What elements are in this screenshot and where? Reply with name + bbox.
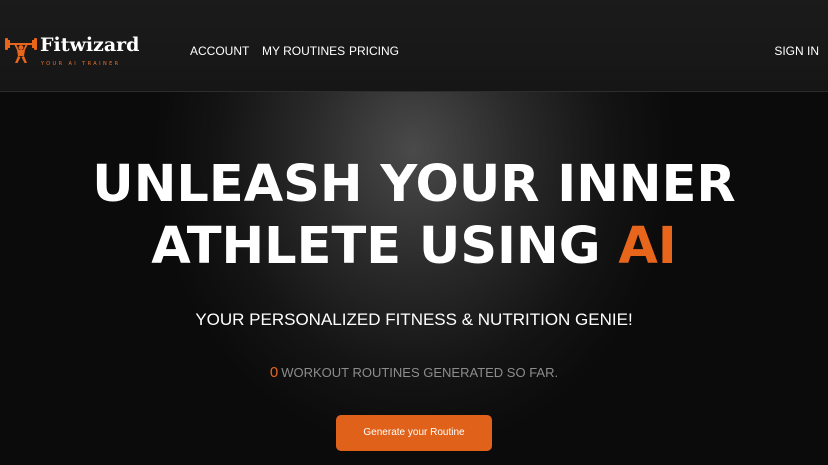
- nav-account-link[interactable]: ACCOUNT: [190, 44, 249, 58]
- sign-in-link[interactable]: SIGN IN: [774, 44, 819, 58]
- weightlifter-icon: [5, 38, 37, 63]
- hero-title-prefix: ATHLETE USING: [151, 217, 619, 276]
- nav-my-routines-link[interactable]: MY ROUTINES: [262, 44, 345, 58]
- generate-routine-button[interactable]: Generate your Routine: [336, 415, 492, 451]
- counter-label: WORKOUT ROUTINES GENERATED SO FAR.: [281, 365, 559, 380]
- top-navbar: Fitwizard YOUR AI TRAINER ACCOUNT MY ROU…: [0, 0, 828, 92]
- hero-subtitle: YOUR PERSONALIZED FITNESS & NUTRITION GE…: [195, 310, 633, 329]
- counter-value: 0: [269, 364, 279, 381]
- page: Fitwizard YOUR AI TRAINER ACCOUNT MY ROU…: [0, 0, 828, 465]
- hero-title-line-2: ATHLETE USING AI: [0, 217, 828, 277]
- hero-title-line-1: UNLEASH YOUR INNER: [92, 155, 736, 214]
- routines-counter: 0 WORKOUT ROUTINES GENERATED SO FAR.: [0, 364, 828, 381]
- brand-tagline: YOUR AI TRAINER: [41, 61, 121, 67]
- brand-name[interactable]: Fitwizard: [40, 34, 139, 56]
- hero-title-accent: AI: [618, 217, 677, 276]
- nav-pricing-link[interactable]: PRICING: [349, 44, 399, 58]
